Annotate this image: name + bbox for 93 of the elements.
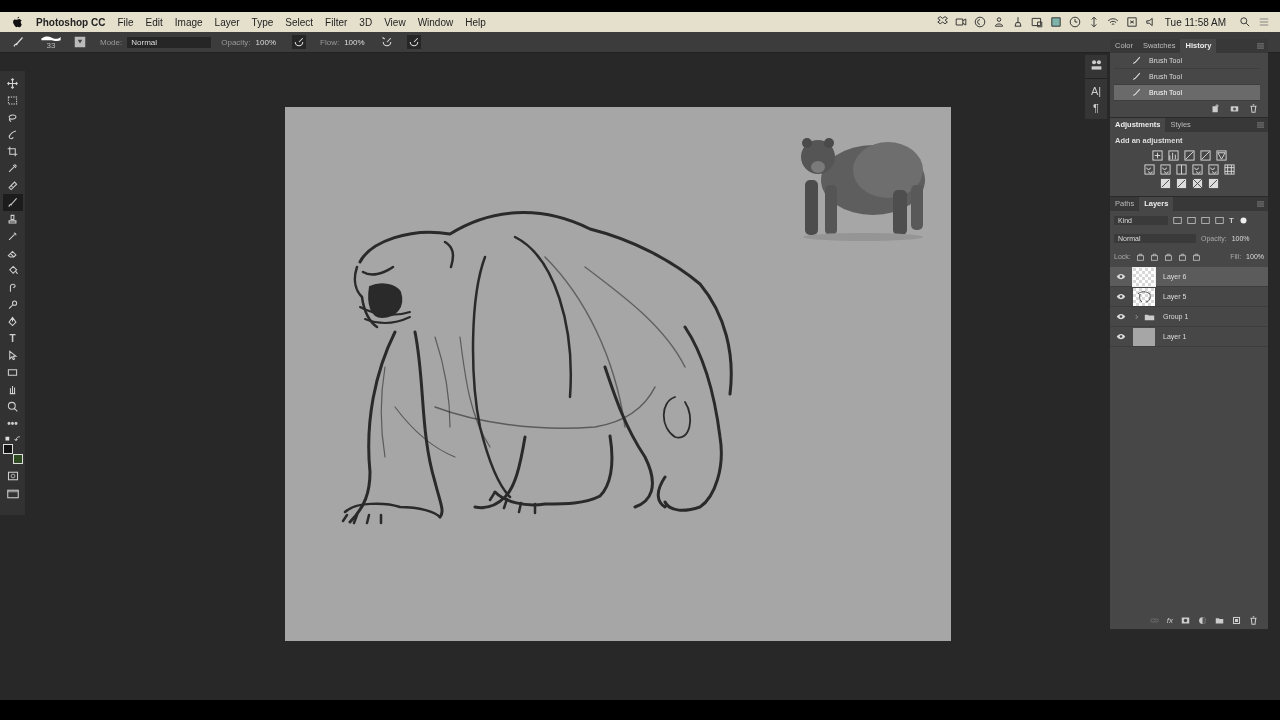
adjustment-icon[interactable] (1207, 178, 1219, 189)
tool-button[interactable]: ••• (2, 415, 23, 432)
paragraph-panel-button[interactable]: ¶ (1093, 100, 1099, 117)
pen-icon (7, 316, 18, 327)
clock-icon[interactable] (1068, 16, 1081, 28)
tool-button[interactable] (2, 194, 23, 211)
menu-item[interactable]: 3D (359, 16, 373, 28)
menu-item[interactable]: Help (465, 16, 486, 28)
menu-item[interactable]: Select (285, 16, 314, 28)
opacity-label: Opacity: (221, 37, 251, 47)
menu-item[interactable]: Edit (145, 16, 163, 28)
rectangle-icon (7, 367, 18, 378)
cursor-arrow-icon (7, 350, 18, 361)
eraser-icon (7, 248, 18, 259)
bandage-icon (7, 180, 18, 191)
pressure-icon[interactable] (292, 35, 307, 49)
layer-style-button[interactable]: fx (1166, 616, 1173, 625)
mask-icon[interactable] (1181, 616, 1190, 625)
broom-icon[interactable] (1011, 16, 1024, 28)
eye-icon[interactable] (1116, 273, 1126, 280)
brush-icon[interactable] (12, 36, 24, 48)
app-name-menu[interactable]: Photoshop CC (36, 16, 106, 28)
search-icon[interactable] (1239, 16, 1251, 28)
window-icon[interactable] (1030, 16, 1043, 28)
screen-icon[interactable] (1125, 16, 1138, 28)
menu-item[interactable]: File (117, 16, 134, 28)
eye-icon[interactable] (1116, 333, 1126, 340)
adjustment-icon[interactable] (1159, 178, 1171, 189)
wifi-icon[interactable] (1106, 16, 1119, 28)
quick-mask-icon[interactable] (6, 470, 19, 482)
layer-thumbnail (1133, 327, 1155, 346)
menu-item[interactable]: Type (251, 16, 274, 28)
apple-icon[interactable] (12, 16, 23, 28)
swap-colors-icon[interactable] (3, 436, 22, 442)
brush-tip-icon (40, 34, 62, 42)
eye-icon[interactable] (1116, 313, 1126, 320)
app-icon[interactable] (1049, 16, 1062, 28)
opacity-field[interactable]: 100% (255, 37, 277, 47)
menu-item[interactable]: Window (417, 16, 454, 28)
eye-icon[interactable] (1116, 293, 1126, 300)
mode-dropdown[interactable]: Normal (127, 36, 212, 48)
filter-toggle-icon[interactable] (1238, 215, 1248, 225)
lock-icon[interactable] (1191, 251, 1201, 261)
marquee-icon (7, 95, 18, 106)
adjustment-icon[interactable] (1175, 178, 1187, 189)
background-color-swatch[interactable] (12, 454, 23, 464)
brush-icon (7, 197, 18, 208)
swirl-icon[interactable] (973, 16, 986, 28)
camera-icon[interactable] (1230, 104, 1239, 113)
trash-icon[interactable] (1249, 104, 1258, 113)
menu-clock[interactable]: Tue 11:58 AM (1164, 16, 1226, 28)
tool-button[interactable]: T (2, 330, 23, 347)
new-layer-icon[interactable] (1232, 616, 1241, 625)
half-circle-icon[interactable] (1198, 616, 1207, 625)
new-document-icon[interactable] (1211, 104, 1220, 113)
folder-icon (1144, 312, 1155, 321)
history-brush-icon (7, 231, 18, 242)
lasso-icon (7, 112, 18, 123)
layer-thumbnail (1133, 287, 1155, 306)
foreground-color-swatch[interactable] (2, 444, 13, 454)
properties-icon[interactable] (1089, 59, 1103, 72)
pressure-size-icon[interactable] (406, 35, 421, 49)
bucket-icon (7, 265, 18, 276)
flow-label: Flow: (320, 37, 340, 47)
move-arrows-icon (7, 78, 18, 89)
type-filter-button[interactable]: T (1229, 215, 1234, 225)
stamp-icon (7, 214, 18, 225)
dodge-icon (7, 299, 18, 310)
trash-icon[interactable] (1249, 616, 1258, 625)
person-icon[interactable] (992, 16, 1005, 28)
hand-icon (7, 384, 18, 395)
layer-thumbnail (1133, 267, 1155, 286)
airbrush-icon[interactable] (380, 36, 393, 48)
mode-label: Mode: (100, 37, 123, 47)
screen-mode-icon[interactable] (6, 488, 19, 500)
menu-item[interactable]: Image (174, 16, 203, 28)
crop-icon (7, 146, 18, 157)
adjustment-icon[interactable] (1191, 178, 1203, 189)
panel-toggle-icon[interactable] (74, 36, 86, 48)
menu-item[interactable]: Layer (214, 16, 240, 28)
flow-field[interactable]: 100% (344, 37, 365, 47)
menu-item[interactable]: Filter (325, 16, 348, 28)
quick-select-icon (7, 129, 18, 140)
brush-preset-picker[interactable]: 33 (38, 34, 64, 50)
character-panel-button[interactable]: A| (1090, 83, 1102, 100)
eyedropper-icon (7, 163, 18, 174)
document-canvas[interactable] (285, 107, 951, 641)
image-filter-icon[interactable] (1173, 215, 1182, 225)
camera-icon[interactable] (954, 16, 967, 28)
menu-item[interactable]: View (384, 16, 406, 28)
zoom-icon (7, 401, 18, 412)
folder-icon[interactable] (1215, 616, 1224, 625)
finger-icon (7, 282, 18, 293)
